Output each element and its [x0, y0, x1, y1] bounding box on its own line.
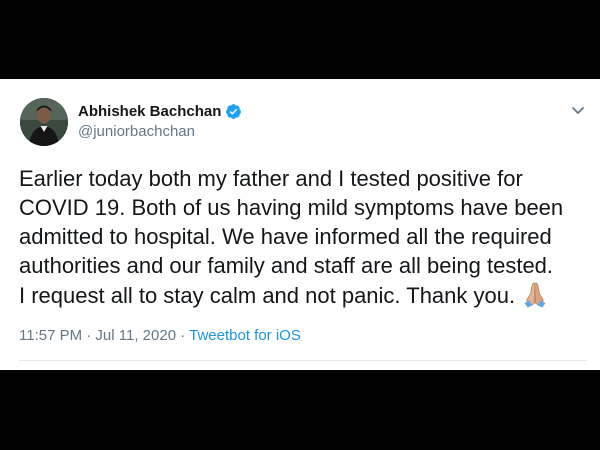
- tweet-text-line-content: I request all to stay calm and not panic…: [19, 283, 516, 308]
- chevron-down-icon[interactable]: [569, 101, 587, 119]
- divider: [19, 360, 587, 361]
- avatar[interactable]: [20, 98, 68, 146]
- tweet-text-line: admitted to hospital. We have informed a…: [19, 224, 552, 249]
- folded-hands-icon: [524, 282, 546, 308]
- tweet-text-line: Earlier today both my father and I teste…: [19, 166, 523, 191]
- author-name-row: Abhishek Bachchan: [78, 103, 242, 120]
- letterbox-bottom: [0, 370, 600, 450]
- tweet-text-line-last: I request all to stay calm and not panic…: [19, 280, 594, 310]
- tweet-text-line: COVID 19. Both of us having mild symptom…: [19, 195, 564, 220]
- tweet-text-line: authorities and our family and staff are…: [19, 253, 554, 278]
- profile-photo-icon: [20, 98, 68, 146]
- tweet-text: Earlier today both my father and I teste…: [19, 164, 594, 310]
- meta-separator: ·: [176, 327, 190, 344]
- verified-badge-icon: [226, 104, 242, 119]
- tweet-meta: 11:57 PM · Jul 11, 2020 · Tweetbot for i…: [19, 327, 301, 344]
- author-handle[interactable]: @juniorbachchan: [78, 123, 195, 140]
- source-link[interactable]: Tweetbot for iOS: [189, 327, 301, 344]
- letterbox-top: [0, 0, 600, 79]
- tweet-card: Abhishek Bachchan @juniorbachchan Earlie…: [0, 79, 600, 370]
- timestamp[interactable]: 11:57 PM · Jul 11, 2020: [19, 327, 176, 344]
- display-name[interactable]: Abhishek Bachchan: [78, 103, 221, 120]
